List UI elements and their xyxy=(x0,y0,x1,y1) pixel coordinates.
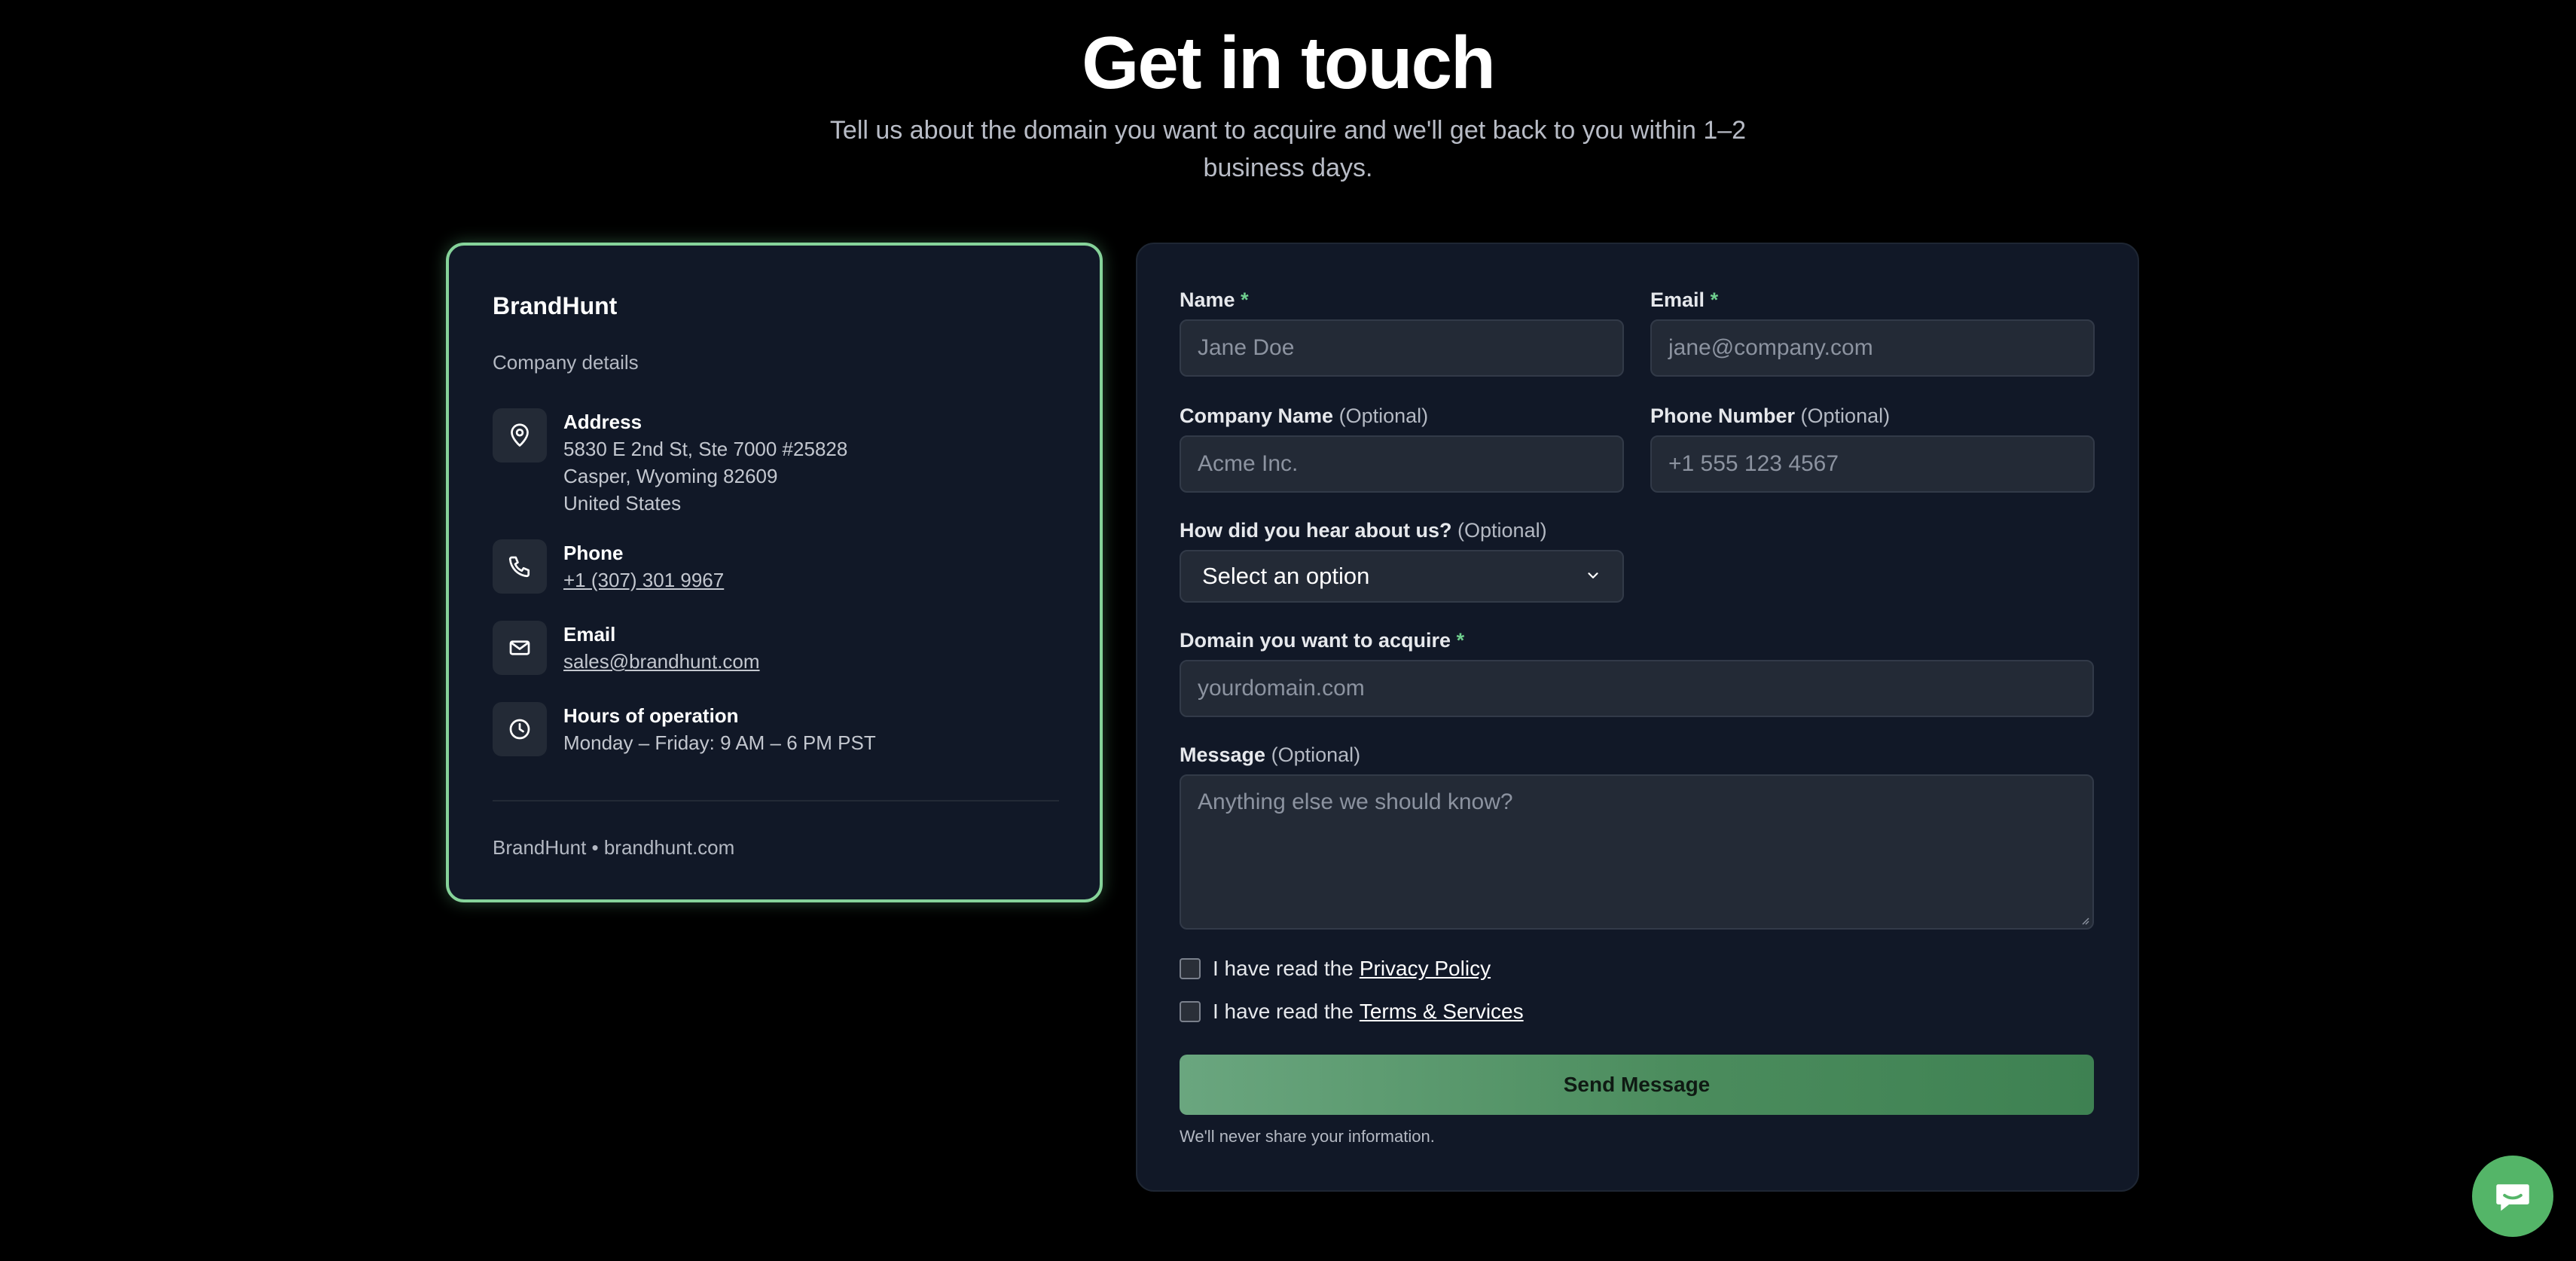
privacy-check-row: I have read the Privacy Policy xyxy=(1180,957,1491,981)
email-field-label: Email * xyxy=(1650,289,1719,311)
privacy-policy-link[interactable]: Privacy Policy xyxy=(1360,957,1491,981)
page-subtitle: Tell us about the domain you want to acq… xyxy=(829,116,1747,182)
domain-field[interactable]: yourdomain.com xyxy=(1180,660,2094,717)
domain-field-label: Domain you want to acquire * xyxy=(1180,629,1465,652)
phone-icon xyxy=(493,539,547,594)
company-field-label: Company Name (Optional) xyxy=(1180,405,1429,427)
mail-icon xyxy=(493,621,547,675)
privacy-note: We'll never share your information. xyxy=(1180,1127,1435,1146)
phone-label: Phone xyxy=(563,542,624,564)
company-info-card: BrandHunt Company details Address 5830 E… xyxy=(446,243,1103,902)
address-line-1: 5830 E 2nd St, Ste 7000 #25828 xyxy=(563,438,848,460)
message-field[interactable]: Anything else we should know? xyxy=(1180,774,2094,930)
message-placeholder: Anything else we should know? xyxy=(1198,789,1513,814)
terms-link[interactable]: Terms & Services xyxy=(1360,1000,1524,1024)
phone-link[interactable]: +1 (307) 301 9967 xyxy=(563,566,724,594)
company-name: BrandHunt xyxy=(493,292,618,319)
email-link[interactable]: sales@brandhunt.com xyxy=(563,648,760,675)
message-field-label: Message (Optional) xyxy=(1180,743,1361,766)
hours-label: Hours of operation xyxy=(563,704,739,727)
privacy-checkbox[interactable] xyxy=(1180,958,1201,979)
chevron-down-icon xyxy=(1585,563,1601,590)
resize-grip-icon[interactable] xyxy=(2079,914,2089,925)
email-field[interactable]: jane@company.com xyxy=(1650,319,2095,377)
chat-bubble-icon xyxy=(2496,1184,2529,1211)
terms-checkbox[interactable] xyxy=(1180,1001,1201,1022)
map-pin-icon xyxy=(493,408,547,463)
chat-widget-button[interactable] xyxy=(2472,1156,2553,1237)
company-field[interactable]: Acme Inc. xyxy=(1180,435,1624,493)
phone-field-label: Phone Number (Optional) xyxy=(1650,405,1891,427)
card-divider xyxy=(493,800,1059,801)
privacy-check-text: I have read the xyxy=(1213,957,1354,980)
send-message-button[interactable]: Send Message xyxy=(1180,1055,2094,1115)
source-field-label: How did you hear about us? (Optional) xyxy=(1180,519,1547,542)
terms-check-text: I have read the xyxy=(1213,1000,1354,1023)
page-title: Get in touch xyxy=(1082,21,1496,104)
phone-field[interactable]: +1 555 123 4567 xyxy=(1650,435,2095,493)
company-details-label: Company details xyxy=(493,351,639,374)
email-label: Email xyxy=(563,623,616,646)
clock-icon xyxy=(493,702,547,756)
source-select[interactable]: Select an option xyxy=(1180,550,1624,603)
name-field-label: Name * xyxy=(1180,289,1249,311)
contact-form: Name * Jane Doe Email * jane@company.com… xyxy=(1136,243,2139,1192)
address-label: Address xyxy=(563,411,642,433)
source-select-value: Select an option xyxy=(1202,563,1370,589)
name-field[interactable]: Jane Doe xyxy=(1180,319,1624,377)
terms-check-row: I have read the Terms & Services xyxy=(1180,1000,1524,1024)
card-footer: BrandHunt • brandhunt.com xyxy=(493,836,735,859)
contact-page: Get in touch Tell us about the domain yo… xyxy=(0,0,2576,1261)
address-line-3: United States xyxy=(563,492,682,514)
hours-value: Monday – Friday: 9 AM – 6 PM PST xyxy=(563,731,876,754)
address-line-2: Casper, Wyoming 82609 xyxy=(563,465,778,487)
